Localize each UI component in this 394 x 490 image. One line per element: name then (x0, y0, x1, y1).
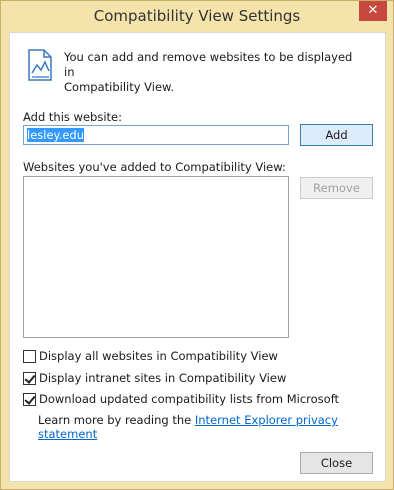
close-icon[interactable]: ✕ (359, 1, 387, 21)
dialog-window: Compatibility View Settings ✕ You can ad… (0, 0, 394, 490)
dialog-title: Compatibility View Settings (93, 7, 301, 25)
display-all-label: Display all websites in Compatibility Vi… (39, 349, 278, 363)
option-display-all[interactable]: Display all websites in Compatibility Vi… (23, 348, 278, 364)
info-line-2: Compatibility View. (64, 80, 175, 94)
display-all-checkbox[interactable] (23, 349, 36, 363)
info-line-1: You can add and remove websites to be di… (64, 50, 353, 79)
intranet-label: Display intranet sites in Compatibility … (39, 371, 287, 385)
title-bar[interactable]: Compatibility View Settings ✕ (1, 1, 393, 31)
close-button[interactable]: Close (300, 452, 373, 474)
remove-button[interactable]: Remove (300, 177, 373, 199)
websites-list[interactable] (23, 176, 289, 338)
option-download-lists[interactable]: Download updated compatibility lists fro… (23, 391, 339, 407)
document-chart-icon (28, 49, 52, 81)
download-lists-label: Download updated compatibility lists fro… (39, 392, 340, 406)
website-input[interactable]: lesley.edu (23, 125, 289, 145)
add-button[interactable]: Add (300, 124, 373, 146)
info-text: You can add and remove websites to be di… (64, 50, 364, 95)
websites-list-label: Websites you've added to Compatibility V… (23, 160, 286, 174)
intranet-checkbox[interactable] (23, 371, 36, 385)
option-intranet[interactable]: Display intranet sites in Compatibility … (23, 370, 286, 386)
website-input-value: lesley.edu (27, 128, 85, 142)
download-lists-checkbox[interactable] (23, 392, 36, 406)
dialog-body: You can add and remove websites to be di… (9, 32, 386, 482)
add-website-label: Add this website: (23, 110, 122, 124)
learn-more-text: Learn more by reading the Internet Explo… (38, 413, 385, 441)
learn-more-prefix: Learn more by reading the (38, 413, 195, 427)
